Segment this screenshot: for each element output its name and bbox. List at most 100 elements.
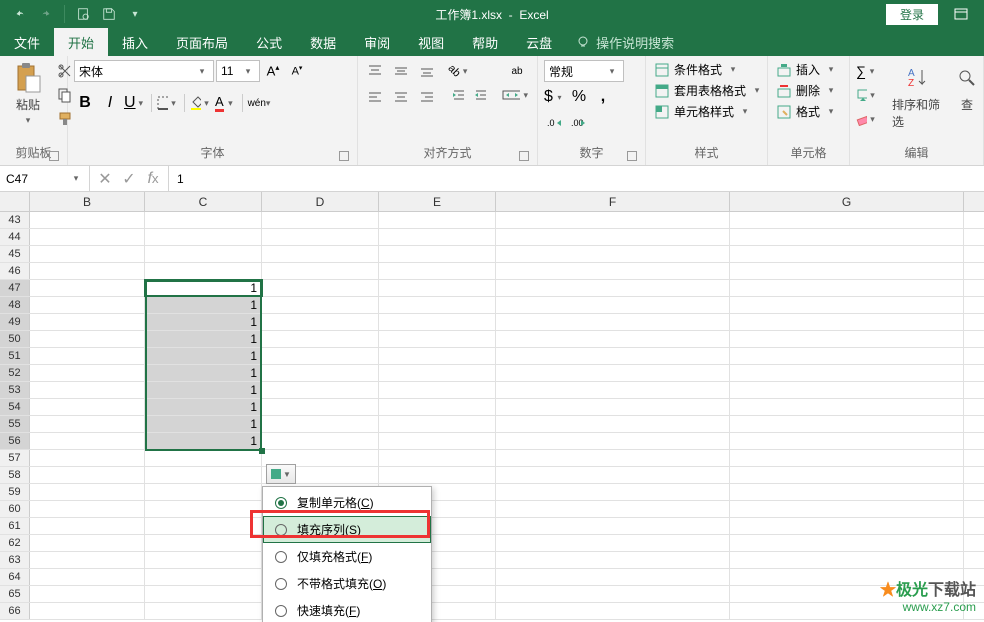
- cell-styles-button[interactable]: 单元格样式▾: [652, 102, 766, 121]
- cell-D53[interactable]: [262, 382, 379, 398]
- row-header-65[interactable]: 65: [0, 586, 30, 602]
- tab-data[interactable]: 数据: [296, 28, 350, 56]
- cell-F50[interactable]: [496, 331, 730, 347]
- tab-review[interactable]: 审阅: [350, 28, 404, 56]
- tab-file[interactable]: 文件: [0, 28, 54, 56]
- cell-E46[interactable]: [379, 263, 496, 279]
- cell-B49[interactable]: [30, 314, 145, 330]
- row-header-46[interactable]: 46: [0, 263, 30, 279]
- autosum-button[interactable]: ∑▾: [856, 60, 878, 82]
- row-header-58[interactable]: 58: [0, 467, 30, 483]
- cell-C55[interactable]: 1: [145, 416, 262, 432]
- cell-F51[interactable]: [496, 348, 730, 364]
- italic-button[interactable]: I: [99, 92, 121, 114]
- tab-formula[interactable]: 公式: [242, 28, 296, 56]
- cell-F65[interactable]: [496, 586, 730, 602]
- row-header-57[interactable]: 57: [0, 450, 30, 466]
- number-format-combo[interactable]: 常规▾: [544, 60, 624, 82]
- cell-C64[interactable]: [145, 569, 262, 585]
- column-header-E[interactable]: E: [379, 192, 496, 211]
- cell-C50[interactable]: 1: [145, 331, 262, 347]
- save-button[interactable]: [97, 2, 121, 26]
- tab-page-layout[interactable]: 页面布局: [162, 28, 242, 56]
- cell-F54[interactable]: [496, 399, 730, 415]
- border-button[interactable]: ▾: [157, 92, 179, 114]
- spreadsheet-grid[interactable]: BCDEFG 434445464714814915015115215315415…: [0, 192, 984, 622]
- cell-C65[interactable]: [145, 586, 262, 602]
- cell-G45[interactable]: [730, 246, 964, 262]
- cell-C63[interactable]: [145, 552, 262, 568]
- alignment-dialog-launcher[interactable]: [519, 151, 529, 161]
- cell-G51[interactable]: [730, 348, 964, 364]
- align-center-button[interactable]: [390, 86, 412, 108]
- cell-C52[interactable]: 1: [145, 365, 262, 381]
- column-header-G[interactable]: G: [730, 192, 964, 211]
- login-button[interactable]: 登录: [886, 4, 938, 25]
- cell-C53[interactable]: 1: [145, 382, 262, 398]
- row-header-64[interactable]: 64: [0, 569, 30, 585]
- decrease-font-button[interactable]: A▾: [286, 60, 308, 82]
- cell-C60[interactable]: [145, 501, 262, 517]
- cell-F49[interactable]: [496, 314, 730, 330]
- cell-B50[interactable]: [30, 331, 145, 347]
- cell-E52[interactable]: [379, 365, 496, 381]
- cell-G48[interactable]: [730, 297, 964, 313]
- enter-button[interactable]: ✓: [120, 170, 138, 188]
- cell-B64[interactable]: [30, 569, 145, 585]
- cell-G53[interactable]: [730, 382, 964, 398]
- sort-filter-button[interactable]: AZ 排序和筛选: [886, 60, 949, 132]
- cell-F57[interactable]: [496, 450, 730, 466]
- cell-D48[interactable]: [262, 297, 379, 313]
- cell-C49[interactable]: 1: [145, 314, 262, 330]
- autofill-without-format[interactable]: 不带格式填充(O): [263, 570, 431, 597]
- cell-D47[interactable]: [262, 280, 379, 296]
- qat-customize-button[interactable]: ▾: [123, 2, 147, 26]
- cell-B53[interactable]: [30, 382, 145, 398]
- print-preview-button[interactable]: [71, 2, 95, 26]
- cell-G63[interactable]: [730, 552, 964, 568]
- row-header-50[interactable]: 50: [0, 331, 30, 347]
- bold-button[interactable]: B: [74, 92, 96, 114]
- cell-F52[interactable]: [496, 365, 730, 381]
- cancel-button[interactable]: ✕: [96, 170, 114, 188]
- align-left-button[interactable]: [364, 86, 386, 108]
- cell-D43[interactable]: [262, 212, 379, 228]
- row-header-44[interactable]: 44: [0, 229, 30, 245]
- cell-F55[interactable]: [496, 416, 730, 432]
- cell-G54[interactable]: [730, 399, 964, 415]
- cell-B44[interactable]: [30, 229, 145, 245]
- row-header-62[interactable]: 62: [0, 535, 30, 551]
- merge-center-button[interactable]: ▾: [502, 84, 532, 106]
- cell-C44[interactable]: [145, 229, 262, 245]
- font-size-combo[interactable]: 11▾: [216, 60, 260, 82]
- cell-C57[interactable]: [145, 450, 262, 466]
- cell-B54[interactable]: [30, 399, 145, 415]
- increase-font-button[interactable]: A▴: [262, 60, 284, 82]
- cell-E50[interactable]: [379, 331, 496, 347]
- cell-B66[interactable]: [30, 603, 145, 619]
- cell-G52[interactable]: [730, 365, 964, 381]
- cell-C58[interactable]: [145, 467, 262, 483]
- align-bottom-button[interactable]: [416, 60, 438, 82]
- cell-B63[interactable]: [30, 552, 145, 568]
- cell-G56[interactable]: [730, 433, 964, 449]
- cell-G43[interactable]: [730, 212, 964, 228]
- cell-B48[interactable]: [30, 297, 145, 313]
- tell-me-search[interactable]: 操作说明搜索: [566, 28, 684, 56]
- cell-G57[interactable]: [730, 450, 964, 466]
- cell-D45[interactable]: [262, 246, 379, 262]
- wrap-text-button[interactable]: ab: [502, 60, 532, 82]
- cell-F56[interactable]: [496, 433, 730, 449]
- decrease-decimal-button[interactable]: .00: [568, 112, 590, 134]
- font-color-button[interactable]: A▾: [215, 92, 237, 114]
- column-header-F[interactable]: F: [496, 192, 730, 211]
- fx-button[interactable]: fx: [144, 170, 162, 188]
- cell-D55[interactable]: [262, 416, 379, 432]
- cell-G62[interactable]: [730, 535, 964, 551]
- autofill-format-only[interactable]: 仅填充格式(F): [263, 543, 431, 570]
- cell-C54[interactable]: 1: [145, 399, 262, 415]
- cell-E47[interactable]: [379, 280, 496, 296]
- name-box[interactable]: C47▾: [0, 166, 90, 191]
- autofill-copy-cells[interactable]: 复制单元格(C): [263, 489, 431, 516]
- cell-F43[interactable]: [496, 212, 730, 228]
